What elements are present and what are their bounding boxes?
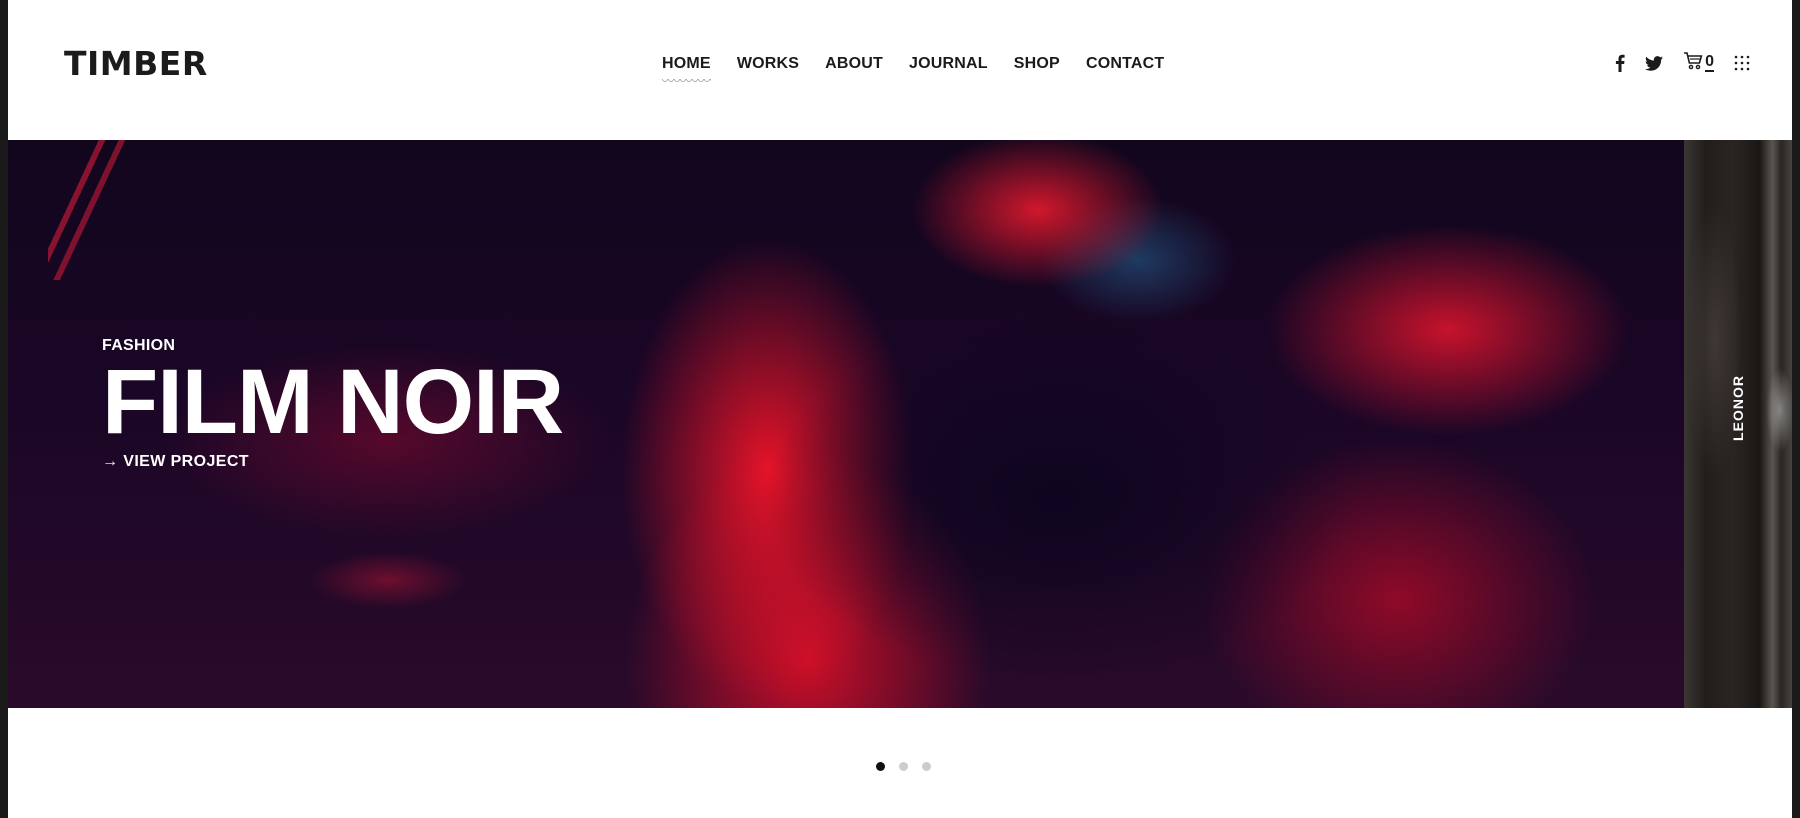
- nav-item-shop[interactable]: SHOP: [1014, 55, 1060, 73]
- nav-item-contact[interactable]: CONTACT: [1086, 55, 1164, 73]
- nav-item-journal[interactable]: JOURNAL: [909, 55, 988, 73]
- cart-count: 0: [1705, 53, 1714, 72]
- cart-button[interactable]: 0: [1683, 52, 1714, 74]
- nav-item-about[interactable]: ABOUT: [825, 55, 883, 73]
- next-slide-label: LEONOR: [1730, 375, 1746, 441]
- arrow-right-icon: →: [102, 453, 119, 470]
- site-header: TIMBER HOME WORKS ABOUT JOURNAL SHOP CON…: [8, 0, 1792, 140]
- twitter-icon[interactable]: [1645, 55, 1664, 71]
- hero-slide: FASHION FILM NOIR → VIEW PROJECT: [8, 140, 1684, 708]
- view-project-label: VIEW PROJECT: [123, 453, 249, 470]
- hero-title: FILM NOIR: [102, 351, 564, 453]
- slider-pagination: [876, 762, 931, 771]
- grid-menu-icon[interactable]: [1734, 55, 1750, 71]
- nav-item-works[interactable]: WORKS: [737, 55, 799, 73]
- page: TIMBER HOME WORKS ABOUT JOURNAL SHOP CON…: [8, 0, 1792, 818]
- header-tools: 0: [1615, 52, 1750, 74]
- pagination-dot-3[interactable]: [922, 762, 931, 771]
- pagination-dot-1[interactable]: [876, 762, 885, 771]
- view-project-link[interactable]: → VIEW PROJECT: [102, 453, 249, 471]
- cart-icon: [1683, 52, 1703, 74]
- hero-caption: FASHION FILM NOIR → VIEW PROJECT: [102, 337, 564, 471]
- facebook-icon[interactable]: [1615, 54, 1625, 72]
- pagination-dot-2[interactable]: [899, 762, 908, 771]
- next-slide-preview[interactable]: LEONOR: [1684, 140, 1792, 708]
- site-logo[interactable]: TIMBER: [64, 44, 208, 83]
- main-nav: HOME WORKS ABOUT JOURNAL SHOP CONTACT: [662, 55, 1190, 85]
- nav-item-home[interactable]: HOME: [662, 55, 711, 85]
- window-border: [1792, 0, 1800, 818]
